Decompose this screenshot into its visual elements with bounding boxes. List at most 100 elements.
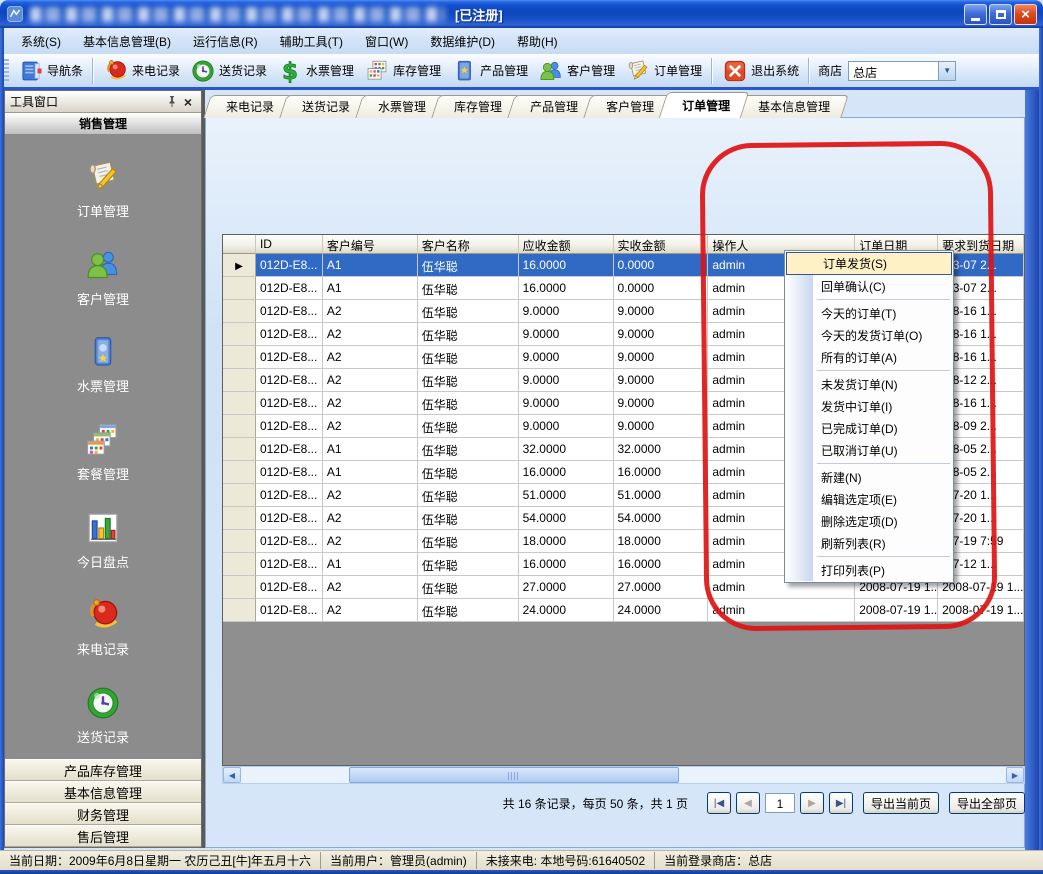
sidebar-splitter[interactable] [202, 90, 205, 848]
menu-data-maintenance[interactable]: 数据维护(D) [419, 30, 506, 53]
ctx-refresh-list[interactable]: 刷新列表(R) [785, 532, 953, 554]
row-selector-cell[interactable] [223, 438, 256, 461]
menu-runtime-info[interactable]: 运行信息(R) [182, 30, 269, 53]
toolbar-grip[interactable] [4, 59, 9, 83]
menu-aux-tools[interactable]: 辅助工具(T) [269, 30, 354, 53]
row-selector-cell[interactable] [223, 300, 256, 323]
grid-horizontal-scrollbar[interactable] [222, 766, 1025, 784]
tool-window-close-icon[interactable]: × [180, 94, 196, 110]
row-selector-cell[interactable] [223, 599, 256, 622]
delivery-records-button[interactable]: 送货记录 [185, 56, 272, 86]
sidebar-item-today-inventory[interactable]: 今日盘点 [5, 496, 201, 584]
tab-call-records[interactable]: 来电记录 [207, 95, 289, 118]
sidebar-item-customer-management[interactable]: 客户管理 [5, 233, 201, 321]
shop-store-select[interactable]: 总店 [848, 61, 956, 81]
product-button[interactable]: 产品管理 [446, 56, 533, 86]
tab-water-ticket[interactable]: 水票管理 [359, 95, 441, 118]
ctx-receipt-confirm[interactable]: 回单确认(C) [785, 275, 953, 297]
toolbar-button-label: 产品管理 [480, 62, 528, 79]
table-row[interactable]: 012D-E8... A2 伍华聪 24.0000 24.0000 admin … [223, 599, 1024, 622]
ctx-new[interactable]: 新建(N) [785, 466, 953, 488]
row-selector-cell[interactable] [223, 530, 256, 553]
ctx-today-ship-orders[interactable]: 今天的发货订单(O) [785, 324, 953, 346]
export-current-page-button[interactable]: 导出当前页 [863, 792, 939, 814]
toolbar-button[interactable] [92, 58, 94, 84]
section-finance[interactable]: 财务管理 [5, 803, 201, 825]
close-button[interactable]: × [1014, 4, 1037, 25]
page-number-input[interactable]: 1 [765, 793, 795, 813]
section-product-inventory[interactable]: 产品库存管理 [5, 759, 201, 781]
pager-next-button[interactable]: ▶ [800, 792, 824, 814]
row-selector-cell[interactable] [223, 507, 256, 530]
sidebar-item-water-ticket-management[interactable]: 水票管理 [5, 320, 201, 408]
row-selector-cell[interactable] [223, 484, 256, 507]
water-ticket-button[interactable]: $ 水票管理 [272, 56, 359, 86]
column-header[interactable]: 客户编号 [323, 235, 418, 254]
column-header[interactable]: 客户名称 [418, 235, 519, 254]
nav-bar-button[interactable]: 导航条 [13, 56, 88, 86]
row-selector-cell[interactable] [223, 553, 256, 576]
tab-inventory[interactable]: 库存管理 [435, 95, 517, 118]
cell-customer-name: 伍华聪 [418, 254, 519, 277]
ctx-completed-orders[interactable]: 已完成订单(D) [785, 417, 953, 439]
chevron-down-icon[interactable] [938, 62, 955, 80]
ctx-shipping-orders[interactable]: 发货中订单(I) [785, 395, 953, 417]
tab-product[interactable]: 产品管理 [511, 95, 593, 118]
pager-prev-button[interactable]: ◀ [736, 792, 760, 814]
ctx-print-list[interactable]: 打印列表(P) [785, 559, 953, 581]
tab-order[interactable]: 订单管理 [663, 92, 745, 118]
ctx-order-ship[interactable]: 订单发货(S) [786, 252, 952, 275]
sidebar-item-order-management[interactable]: 订单管理 [5, 145, 201, 233]
minimize-button[interactable] [964, 4, 987, 25]
column-header[interactable]: ID [256, 235, 323, 254]
menu-help[interactable]: 帮助(H) [506, 30, 569, 53]
ctx-cancelled-orders[interactable]: 已取消订单(U) [785, 439, 953, 461]
ctx-today-orders[interactable]: 今天的订单(T) [785, 302, 953, 324]
pager-first-button[interactable]: |◀ [707, 792, 731, 814]
tab-delivery-records[interactable]: 送货记录 [283, 95, 365, 118]
row-selector-cell[interactable] [223, 323, 256, 346]
scroll-right-icon[interactable] [1006, 767, 1024, 783]
pin-icon[interactable] [164, 94, 180, 110]
cell-id: 012D-E8... [256, 346, 323, 369]
scrollbar-thumb[interactable] [349, 767, 679, 783]
section-after-sales[interactable]: 售后管理 [5, 825, 201, 847]
sidebar-item-call-records[interactable]: 来电记录 [5, 584, 201, 672]
toolbar-button[interactable] [711, 58, 713, 84]
ctx-delete-selected[interactable]: 删除选定项(D) [785, 510, 953, 532]
row-selector-cell[interactable] [223, 346, 256, 369]
menu-system[interactable]: 系统(S) [10, 30, 72, 53]
row-selector-cell[interactable] [223, 461, 256, 484]
ctx-edit-selected[interactable]: 编辑选定项(E) [785, 488, 953, 510]
order-button[interactable]: 订单管理 [620, 56, 707, 86]
exit-system-button[interactable]: 退出系统 [717, 56, 804, 86]
row-selector-cell[interactable] [223, 415, 256, 438]
section-basic-info[interactable]: 基本信息管理 [5, 781, 201, 803]
maximize-button[interactable] [989, 4, 1012, 25]
ctx-unshipped-orders[interactable]: 未发货订单(N) [785, 373, 953, 395]
row-selector-cell[interactable] [223, 576, 256, 599]
ctx-all-orders[interactable]: 所有的订单(A) [785, 346, 953, 368]
row-selector-cell[interactable] [223, 369, 256, 392]
row-selector-cell[interactable] [223, 277, 256, 300]
tab-basic-info[interactable]: 基本信息管理 [739, 95, 845, 118]
customer-button[interactable]: 客户管理 [533, 56, 620, 86]
row-selector-cell[interactable] [223, 392, 256, 415]
column-header[interactable]: 应收金额 [519, 235, 614, 254]
column-header[interactable]: 实收金额 [614, 235, 709, 254]
pager-last-button[interactable]: ▶| [829, 792, 853, 814]
menu-window[interactable]: 窗口(W) [354, 30, 419, 53]
scrollbar-track[interactable] [241, 767, 1006, 783]
tab-customer[interactable]: 客户管理 [587, 95, 669, 118]
export-all-pages-button[interactable]: 导出全部页 [949, 792, 1025, 814]
cell-customer-no: A2 [323, 576, 418, 599]
row-selector-cell[interactable] [223, 254, 256, 277]
call-records-button[interactable]: 来电记录 [98, 56, 185, 86]
inventory-button[interactable]: 库存管理 [359, 56, 446, 86]
scroll-left-icon[interactable] [223, 767, 241, 783]
sidebar-item-delivery-records[interactable]: 送货记录 [5, 671, 201, 759]
toolbar-button[interactable] [808, 58, 810, 84]
sidebar-section-sales[interactable]: 销售管理 [5, 113, 201, 135]
menu-basic-info[interactable]: 基本信息管理(B) [72, 30, 182, 53]
sidebar-item-package-management[interactable]: 套餐管理 [5, 408, 201, 496]
